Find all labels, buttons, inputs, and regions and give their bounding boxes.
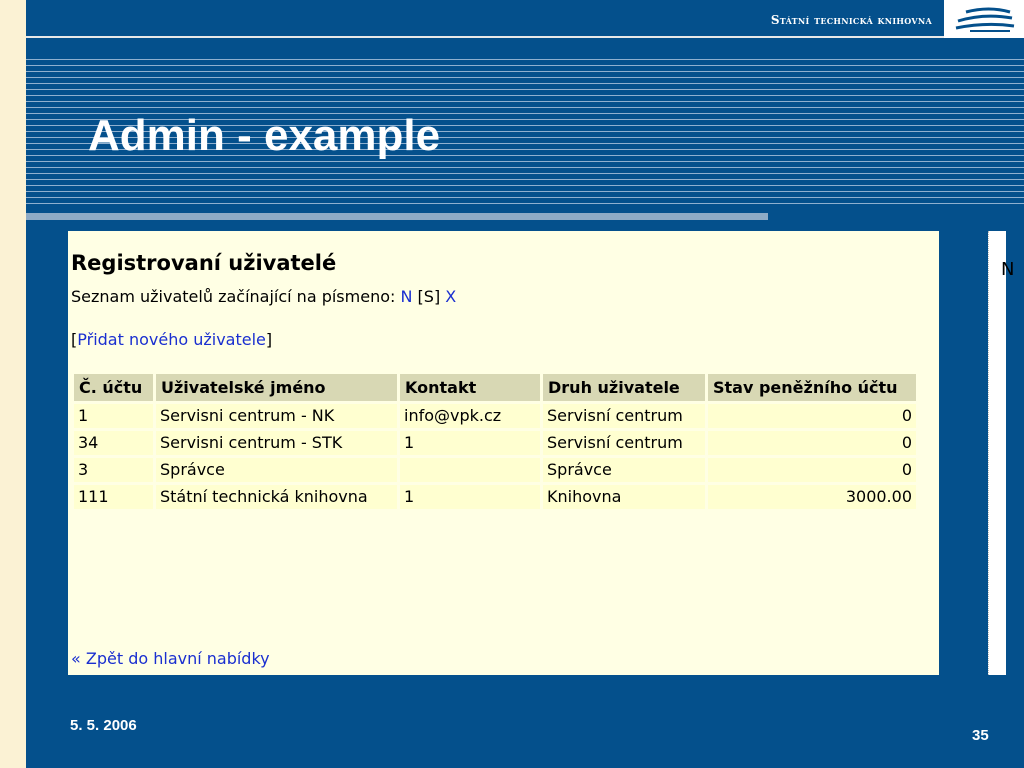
- table-row: 1 Servisni centrum - NK info@vpk.cz Serv…: [74, 404, 916, 428]
- col-user-type: Druh uživatele: [543, 374, 705, 401]
- top-bar: Státní technická knihovna: [26, 0, 1024, 38]
- contact-link[interactable]: 1: [400, 431, 540, 455]
- add-user-link[interactable]: Přidat nového uživatele: [77, 330, 266, 349]
- balance-link[interactable]: 0: [708, 404, 916, 428]
- users-table: Č. účtu Uživatelské jméno Kontakt Druh u…: [71, 371, 919, 512]
- logo-box: [944, 0, 1024, 38]
- left-strip: [0, 0, 26, 768]
- title-underline: [26, 213, 768, 220]
- table-row: 34 Servisni centrum - STK 1 Servisní cen…: [74, 431, 916, 455]
- user-type: Servisní centrum: [543, 404, 705, 428]
- user-type: Knihovna: [543, 485, 705, 509]
- users-heading: Registrovaní uživatelé: [71, 251, 337, 275]
- col-contact: Kontakt: [400, 374, 540, 401]
- username-link[interactable]: Správce: [156, 458, 397, 482]
- filter-current-s: [S]: [417, 287, 441, 306]
- stk-logo-icon: [955, 7, 1015, 32]
- table-row: 3 Správce Správce 0: [74, 458, 916, 482]
- filter-prefix: Seznam uživatelů začínající na písmeno:: [71, 287, 396, 306]
- title-band: [26, 205, 1024, 211]
- filter-link-x[interactable]: X: [445, 287, 456, 306]
- brand-name: Státní technická knihovna: [770, 13, 932, 27]
- contact-link[interactable]: 1: [400, 485, 540, 509]
- filter-link-n[interactable]: N: [400, 287, 412, 306]
- balance-link[interactable]: 0: [708, 458, 916, 482]
- add-user-line: [Přidat nového uživatele]: [71, 330, 273, 349]
- clipped-text: N: [1001, 259, 1015, 280]
- username-link[interactable]: Servisni centrum - NK: [156, 404, 397, 428]
- slide-title: Admin - example: [88, 111, 441, 160]
- slide-date: 5. 5. 2006: [70, 717, 137, 734]
- balance-link[interactable]: 3000.00: [708, 485, 916, 509]
- username-link[interactable]: Servisni centrum - STK: [156, 431, 397, 455]
- account-number: 34: [74, 431, 153, 455]
- username-link[interactable]: Státní technická knihovna: [156, 485, 397, 509]
- col-username: Uživatelské jméno: [156, 374, 397, 401]
- account-number: 111: [74, 485, 153, 509]
- table-header-row: Č. účtu Uživatelské jméno Kontakt Druh u…: [74, 374, 916, 401]
- table-row: 111 Státní technická knihovna 1 Knihovna…: [74, 485, 916, 509]
- account-number: 3: [74, 458, 153, 482]
- balance-link[interactable]: 0: [708, 431, 916, 455]
- contact-link[interactable]: info@vpk.cz: [400, 404, 540, 428]
- user-type: Servisní centrum: [543, 431, 705, 455]
- col-balance: Stav peněžního účtu: [708, 374, 916, 401]
- slide-page-number: 35: [972, 727, 989, 744]
- user-type: Správce: [543, 458, 705, 482]
- back-to-main-menu-link[interactable]: « Zpět do hlavní nabídky: [71, 649, 270, 668]
- embedded-screenshot: Registrovaní uživatelé Seznam uživatelů …: [68, 231, 1014, 675]
- col-account-number: Č. účtu: [74, 374, 153, 401]
- letter-filter: Seznam uživatelů začínající na písmeno: …: [71, 287, 456, 306]
- adjacent-frame-edge: N: [988, 231, 1014, 675]
- contact-link[interactable]: [400, 458, 540, 482]
- account-number: 1: [74, 404, 153, 428]
